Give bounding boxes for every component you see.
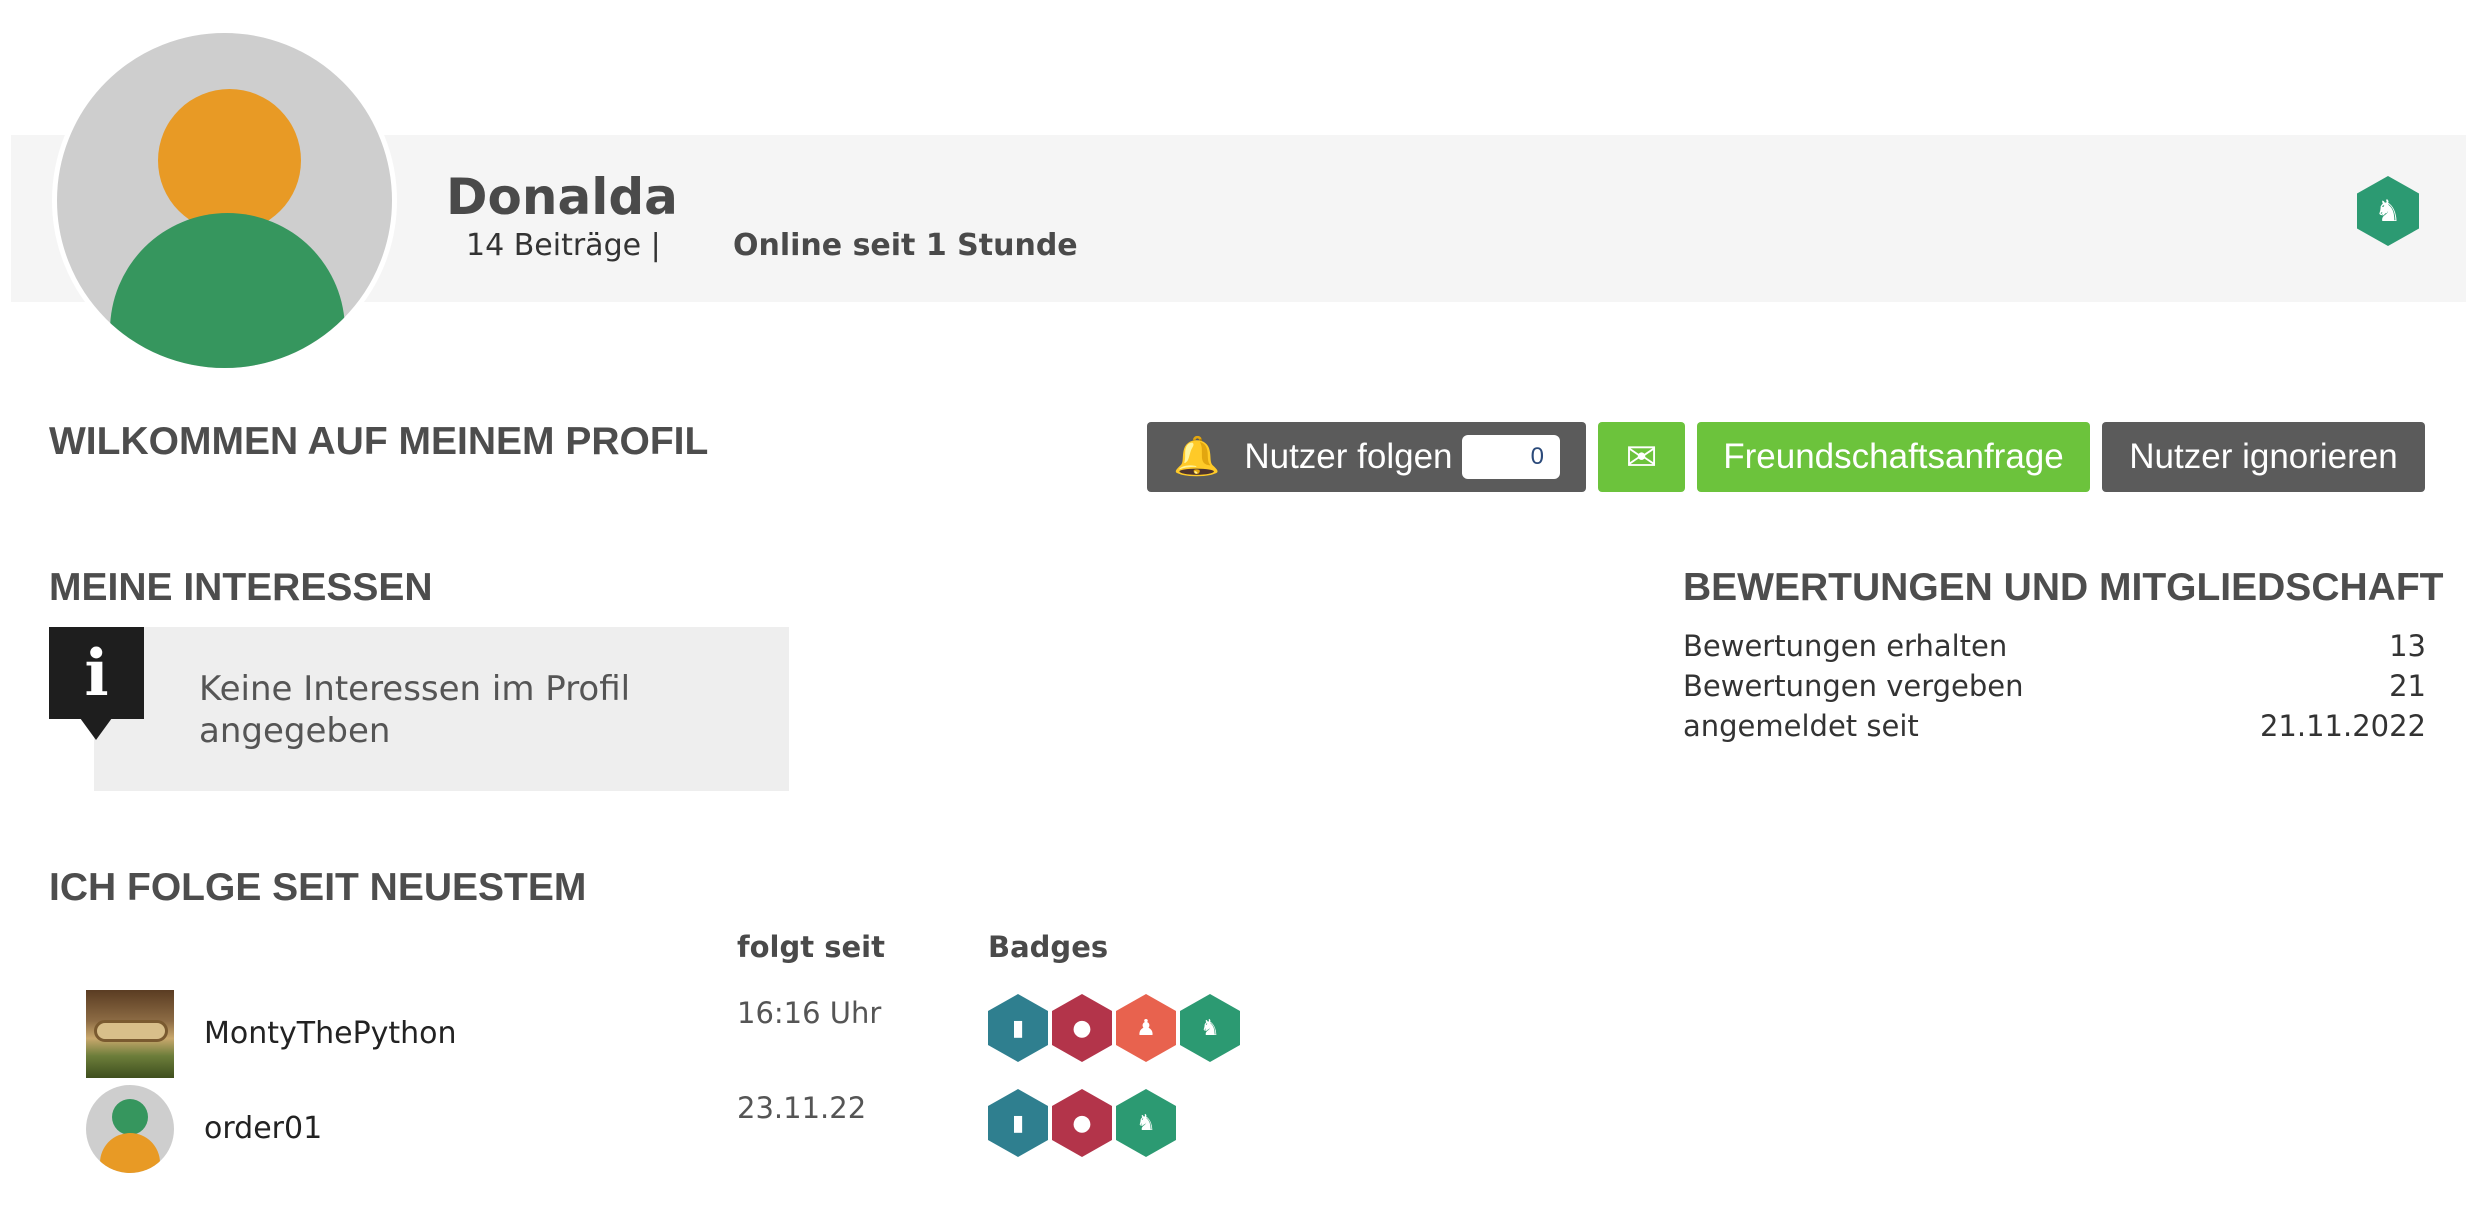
profile-name: Donalda: [446, 168, 678, 226]
avatar-body: [100, 1133, 160, 1173]
ratings-value: 13: [2389, 629, 2426, 663]
group-icon[interactable]: ♟: [1116, 994, 1176, 1062]
ratings-value: 21: [2389, 669, 2426, 703]
send-message-button[interactable]: ✉: [1598, 422, 1685, 492]
ratings-row: angemeldet seit 21.11.2022: [1683, 706, 2426, 746]
column-followed-since: folgt seit: [737, 930, 885, 964]
bell-icon: 🔔: [1173, 436, 1221, 478]
user-thumbnail-montythepython[interactable]: [86, 990, 174, 1078]
avatar-head: [112, 1099, 148, 1135]
ratings-label: Bewertungen erhalten: [1683, 629, 2008, 663]
follow-label: Nutzer folgen: [1244, 437, 1453, 476]
ignore-user-button[interactable]: Nutzer ignorieren: [2102, 422, 2425, 492]
friend-request-button[interactable]: Freundschaftsanfrage: [1697, 422, 2090, 492]
follower-count: 0: [1462, 435, 1560, 479]
avatar-head: [158, 89, 301, 232]
welcome-title: WILKOMMEN AUF MEINEM PROFIL: [49, 420, 709, 463]
ratings-label: angemeldet seit: [1683, 709, 1919, 743]
interests-title: MEINE INTERESSEN: [49, 566, 433, 609]
ratings-table: Bewertungen erhalten 13 Bewertungen verg…: [1683, 626, 2426, 746]
ratings-row: Bewertungen vergeben 21: [1683, 666, 2426, 706]
followed-user-name[interactable]: order01: [204, 1111, 322, 1146]
info-icon-tip: [80, 718, 112, 740]
follow-user-button[interactable]: 🔔 Nutzer folgen 0: [1147, 422, 1586, 492]
ratings-label: Bewertungen vergeben: [1683, 669, 2024, 703]
bar-chart-icon[interactable]: ▮: [988, 994, 1048, 1062]
profile-avatar: [52, 28, 397, 373]
ratings-value: 21.11.2022: [2259, 709, 2426, 743]
column-badges: Badges: [988, 930, 1109, 964]
bull-icon[interactable]: ♞: [1116, 1089, 1176, 1157]
post-count[interactable]: 14 Beiträge |: [466, 228, 661, 263]
avatar-body: [110, 213, 345, 368]
envelope-icon: ✉: [1625, 436, 1658, 479]
bar-chart-icon[interactable]: ▮: [988, 1089, 1048, 1157]
followed-since: 23.11.22: [737, 1091, 867, 1125]
piggy-bank-icon[interactable]: ●: [1052, 994, 1112, 1062]
interests-empty-text: Keine Interessen im Profil angegeben: [199, 669, 631, 751]
badge-list: ▮ ● ♟ ♞: [988, 994, 1248, 1062]
followed-user-name[interactable]: MontyThePython: [204, 1016, 457, 1051]
ratings-row: Bewertungen erhalten 13: [1683, 626, 2426, 666]
followed-since: 16:16 Uhr: [737, 996, 882, 1030]
bull-icon[interactable]: ♞: [1180, 994, 1240, 1062]
python-photo: [94, 1020, 168, 1042]
piggy-bank-icon[interactable]: ●: [1052, 1089, 1112, 1157]
badge-list: ▮ ● ♞: [988, 1089, 1248, 1157]
info-icon: i: [49, 627, 144, 719]
online-status: Online seit 1 Stunde: [733, 228, 1078, 263]
user-thumbnail-order01[interactable]: [86, 1085, 174, 1173]
ratings-title: BEWERTUNGEN UND MITGLIEDSCHAFT: [1683, 566, 2444, 609]
following-title: ICH FOLGE SEIT NEUESTEM: [49, 866, 587, 909]
